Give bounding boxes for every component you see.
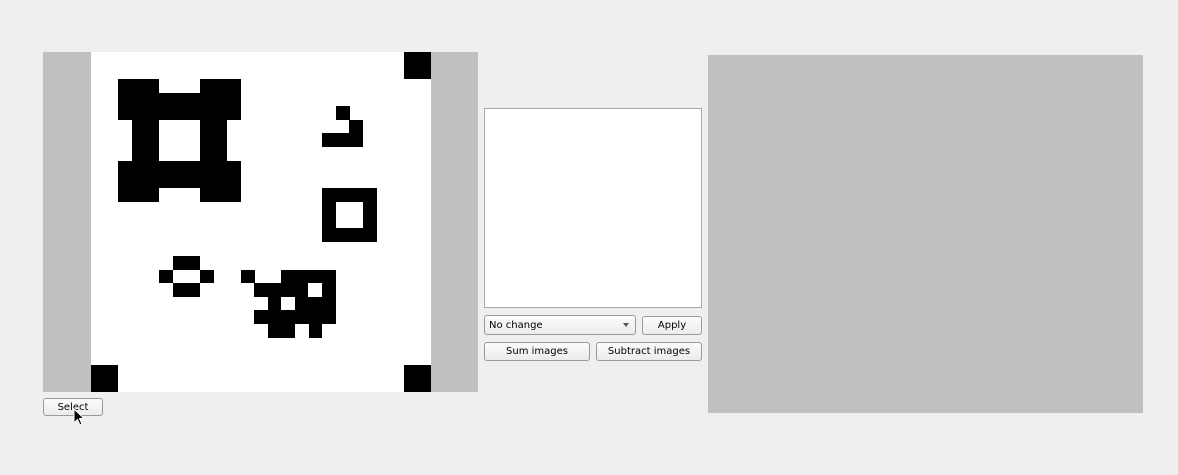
shape-blob	[241, 270, 336, 338]
corner-block-bottom-right	[404, 365, 431, 392]
shape-hook	[322, 106, 363, 147]
source-image-panel	[43, 52, 478, 392]
result-image-panel	[708, 55, 1143, 413]
subtract-images-button[interactable]: Subtract images	[596, 342, 702, 361]
shape-hollow-square	[322, 188, 377, 242]
sum-images-button[interactable]: Sum images	[484, 342, 590, 361]
corner-block-top-right	[404, 52, 431, 79]
operation-dropdown-value: No change	[489, 319, 543, 331]
apply-button[interactable]: Apply	[642, 316, 702, 335]
chevron-down-icon	[623, 323, 629, 327]
shape-frame	[118, 79, 241, 202]
mouse-pointer-icon	[73, 407, 87, 431]
shape-diamond	[159, 256, 214, 297]
source-image-canvas	[91, 52, 431, 392]
operation-dropdown[interactable]: No change	[484, 315, 636, 335]
corner-block-bottom-left	[91, 365, 118, 392]
binary-image	[91, 52, 431, 392]
preview-canvas	[484, 108, 702, 308]
